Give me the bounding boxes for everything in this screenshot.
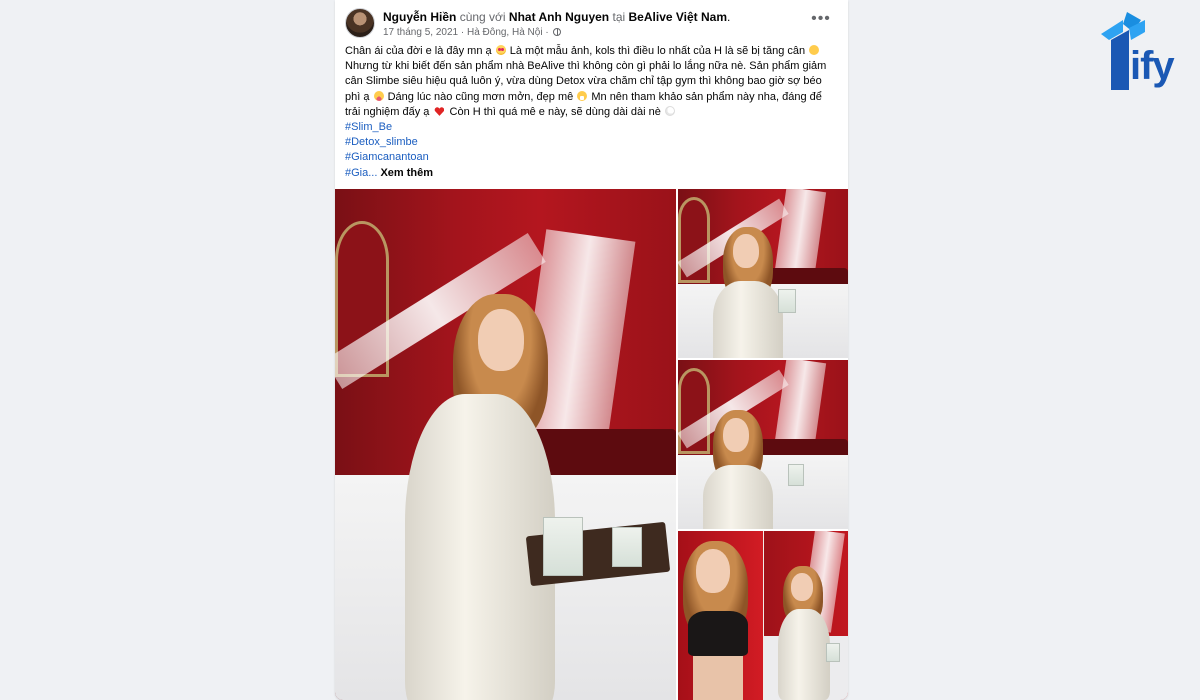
tongue-emoji-icon: [373, 90, 384, 101]
with-word: cùng với: [459, 10, 506, 24]
post-photo-main[interactable]: [335, 189, 676, 700]
person-dress: [703, 465, 773, 529]
moon-emoji-icon: [664, 105, 675, 116]
post-meta: 17 tháng 5, 2021 · Hà Đông, Hà Nội ·: [383, 27, 562, 38]
person-torso: [693, 656, 743, 700]
post-date[interactable]: 17 tháng 5, 2021: [383, 27, 458, 38]
crying-emoji-icon: [809, 45, 820, 55]
product-box: [826, 643, 840, 662]
hashtag-link[interactable]: #Slim_Be: [345, 120, 838, 135]
truncated-hashtag-link[interactable]: #Gia...: [345, 167, 377, 179]
hashtag-link[interactable]: #Giamcanantoan: [345, 150, 838, 165]
author-name[interactable]: Nguyễn Hiền: [383, 10, 456, 24]
product-box: [778, 289, 796, 313]
person-face: [723, 418, 749, 452]
post-body: Chân ái của đời e là đây mn ạ Là một mẫu…: [345, 44, 838, 181]
meta-separator-2: ·: [542, 27, 552, 38]
tagged-user[interactable]: Nhat Anh Nguyen: [509, 10, 609, 24]
post-text-1: Chân ái của đời e là đây mn ạ: [345, 45, 492, 57]
post-photo-thumbnail[interactable]: [678, 531, 848, 700]
location-link[interactable]: BeAlive Việt Nam: [629, 10, 728, 24]
person-face: [478, 309, 524, 371]
post-header: Nguyễn Hiền cùng với Nhat Anh Nguyen tại…: [345, 8, 838, 42]
person-dress: [778, 609, 830, 700]
grin-emoji-icon: [577, 90, 588, 101]
post-paragraph: Chân ái của đời e là đây mn ạ Là một mẫu…: [345, 44, 838, 120]
heart-eyes-emoji-icon: [495, 45, 506, 55]
product-box: [788, 464, 804, 486]
post-place[interactable]: Hà Đông, Hà Nội: [467, 27, 543, 38]
product-box: [612, 527, 642, 567]
post-text-4: Dáng lúc nào cũng mơn mởn, đẹp mê: [384, 90, 574, 103]
hashtag-link[interactable]: #Detox_slimbe: [345, 135, 838, 150]
at-word: tại: [612, 10, 626, 24]
more-options-button[interactable]: •••: [810, 11, 832, 30]
see-more-link[interactable]: Xem thêm: [380, 167, 433, 179]
post-photo-thumbnail[interactable]: [678, 189, 848, 358]
product-box: [543, 517, 583, 576]
red-heart-emoji-icon: [434, 107, 444, 116]
person-dress: [713, 281, 783, 358]
truncated-line: #Gia... Xem thêm: [345, 167, 433, 179]
post-text-6: Còn H thì quá mê e này, sẽ dùng dài dài …: [446, 105, 661, 118]
post-text-2: Là một mẫu ảnh, kols thì điều lo nhất củ…: [506, 45, 806, 57]
black-top: [688, 611, 748, 656]
person-face: [696, 549, 730, 593]
author-line: Nguyễn Hiền cùng với Nhat Anh Nguyen tại…: [383, 10, 730, 24]
location-suffix: .: [727, 10, 731, 24]
person-face: [791, 573, 813, 601]
logo-text: ify: [1130, 44, 1175, 88]
facebook-post-card: Nguyễn Hiền cùng với Nhat Anh Nguyen tại…: [335, 0, 848, 700]
globe-icon: [553, 28, 562, 36]
person-face: [733, 234, 759, 268]
post-photo-thumbnail[interactable]: [678, 360, 848, 529]
author-avatar[interactable]: [345, 8, 375, 38]
meta-separator: ·: [458, 27, 467, 38]
